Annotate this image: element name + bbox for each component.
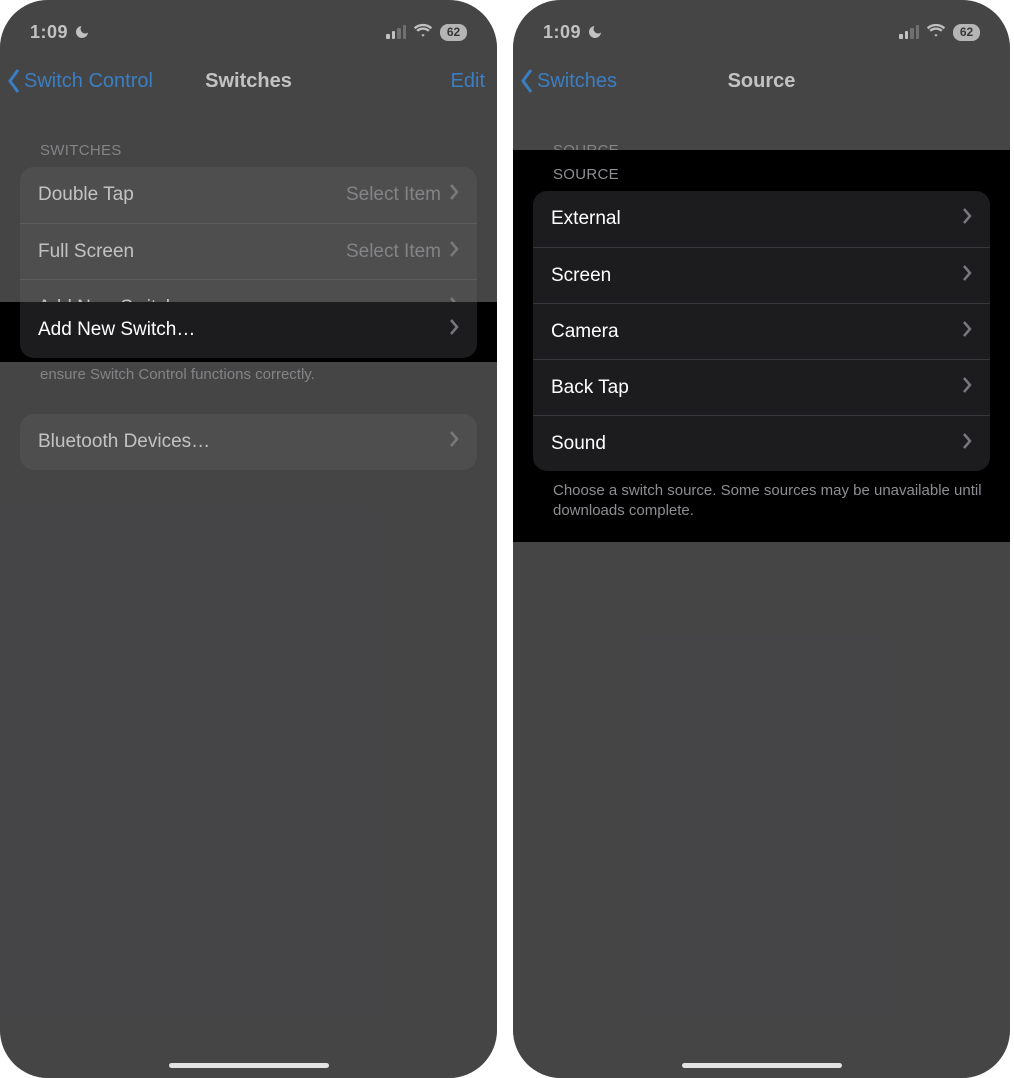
chevron-right-icon	[962, 320, 972, 344]
row-sound-highlight[interactable]: Sound	[533, 415, 990, 471]
status-bar: 1:09 62	[0, 0, 497, 54]
cellular-icon	[386, 25, 406, 39]
phone-right: 1:09 62 Switches Source SOURCE External …	[513, 0, 1010, 1078]
content-area: SWITCHES Double Tap Select Item Full Scr…	[0, 114, 497, 1078]
back-label: Switch Control	[24, 70, 153, 93]
bluetooth-group: Bluetooth Devices…	[20, 414, 477, 470]
row-back-tap-highlight[interactable]: Back Tap	[533, 359, 990, 415]
row-label: External	[551, 208, 621, 230]
row-detail: Select Item	[346, 184, 441, 206]
row-label: Add New Switch…	[38, 319, 195, 341]
row-screen-highlight[interactable]: Screen	[533, 247, 990, 303]
edit-button[interactable]: Edit	[451, 70, 485, 93]
chevron-right-icon	[449, 240, 459, 264]
back-label: Switches	[537, 70, 617, 93]
home-indicator[interactable]	[169, 1063, 329, 1068]
moon-icon	[74, 24, 90, 40]
row-bluetooth-devices[interactable]: Bluetooth Devices…	[20, 414, 477, 470]
wifi-icon	[926, 20, 946, 45]
chevron-left-icon	[6, 67, 22, 95]
row-label: Sound	[551, 433, 606, 455]
row-camera-highlight[interactable]: Camera	[533, 303, 990, 359]
row-double-tap[interactable]: Double Tap Select Item	[20, 167, 477, 223]
status-time: 1:09	[30, 22, 68, 43]
row-full-screen[interactable]: Full Screen Select Item	[20, 223, 477, 279]
row-detail: Select Item	[346, 241, 441, 263]
chevron-right-icon	[962, 376, 972, 400]
row-label: Bluetooth Devices…	[38, 431, 210, 453]
chevron-right-icon	[962, 432, 972, 456]
chevron-right-icon	[962, 264, 972, 288]
home-indicator[interactable]	[682, 1063, 842, 1068]
cellular-icon	[899, 25, 919, 39]
nav-bar: Switches Source	[513, 54, 1010, 114]
chevron-right-icon	[449, 318, 459, 342]
moon-icon	[587, 24, 603, 40]
chevron-right-icon	[962, 207, 972, 231]
footer-note-highlight: Choose a switch source. Some sources may…	[513, 471, 1010, 522]
chevron-right-icon	[449, 430, 459, 454]
chevron-right-icon	[449, 183, 459, 207]
section-header-switches: SWITCHES	[0, 114, 497, 167]
phone-left: 1:09 62 Switch Control Switches Edit SWI…	[0, 0, 497, 1078]
row-label: Back Tap	[551, 377, 629, 399]
back-button[interactable]: Switches	[519, 67, 617, 95]
wifi-icon	[413, 20, 433, 45]
row-external-highlight[interactable]: External	[533, 191, 990, 247]
row-label: Screen	[551, 265, 611, 287]
chevron-left-icon	[519, 67, 535, 95]
row-label: Full Screen	[38, 241, 134, 263]
row-label: Camera	[551, 321, 619, 343]
battery-badge: 62	[953, 24, 980, 41]
status-bar: 1:09 62	[513, 0, 1010, 54]
battery-badge: 62	[440, 24, 467, 41]
back-button[interactable]: Switch Control	[6, 67, 153, 95]
status-time: 1:09	[543, 22, 581, 43]
nav-bar: Switch Control Switches Edit	[0, 54, 497, 114]
section-header-source-highlight: SOURCE	[513, 150, 1010, 191]
row-add-new-switch-highlight[interactable]: Add New Switch…	[20, 302, 477, 358]
row-label: Double Tap	[38, 184, 134, 206]
